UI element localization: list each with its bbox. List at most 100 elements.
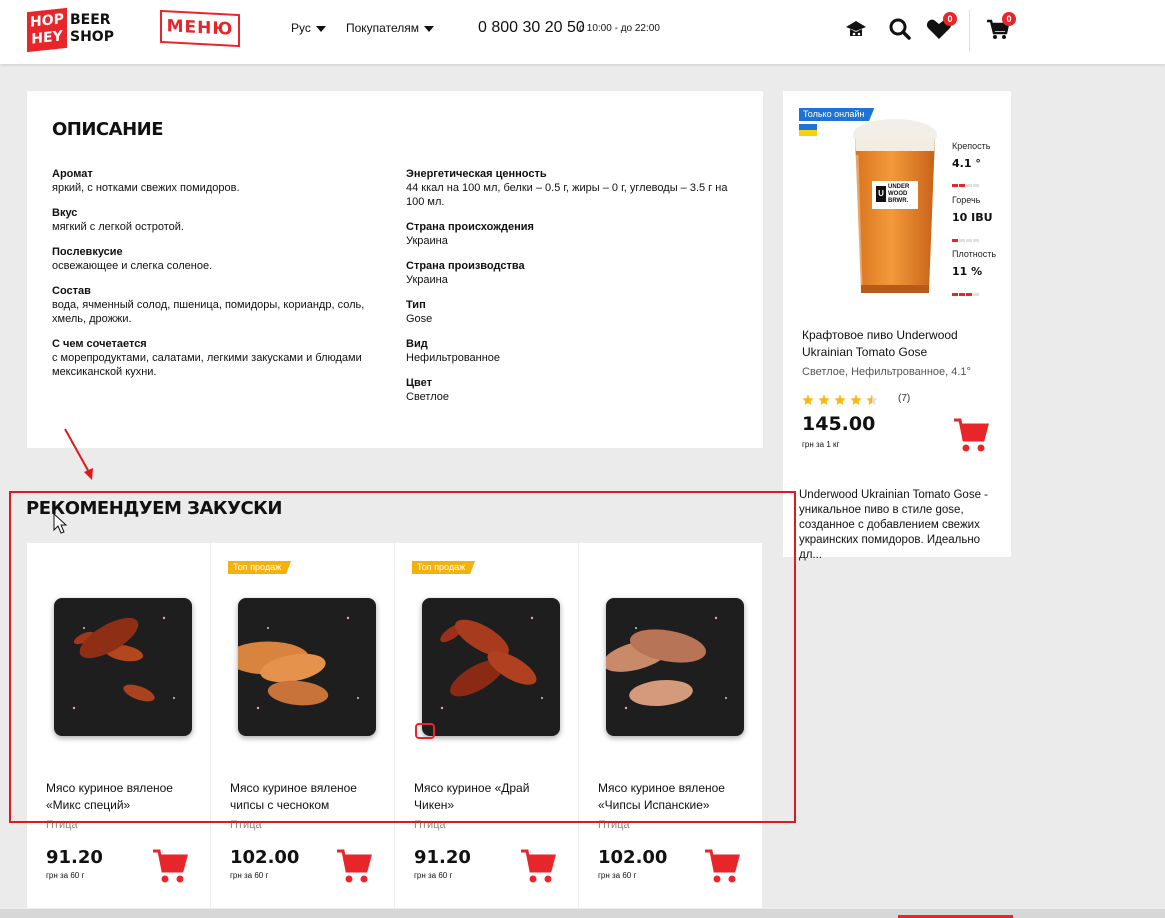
description-label: Вкус — [52, 207, 78, 219]
product-card[interactable]: Топ продаж Мясо куриное «Драй Чикен» Птица… — [395, 543, 578, 908]
product-image[interactable] — [606, 598, 744, 736]
site-header: HOP HEY BEER SHOP МЕНЮ Рус Покупателям 0… — [0, 0, 1165, 64]
description-label: Аромат — [52, 168, 93, 180]
compare-icon[interactable] — [415, 723, 435, 739]
description-value: Светлое — [406, 391, 449, 403]
stat-segment — [966, 293, 972, 296]
stat-bar-strength — [952, 174, 980, 187]
star-icon[interactable] — [818, 394, 830, 406]
product-card[interactable]: Мясо куриное вяленое «Микс специй» Птица 9… — [27, 543, 210, 908]
top-sales-badge: Топ продаж — [412, 561, 476, 574]
description-value: освежающее и слегка соленое. — [52, 260, 213, 272]
chevron-down-icon — [315, 25, 326, 32]
hat-icon[interactable] — [843, 16, 869, 42]
description-value: яркий, с нотками свежих помидоров. — [52, 182, 240, 194]
description-item: Состав вода, ячменный солод, пшеница, пом… — [52, 285, 387, 326]
product-image[interactable] — [422, 598, 560, 736]
add-to-cart-icon[interactable] — [336, 847, 372, 885]
stat-segment — [952, 184, 958, 187]
star-icon[interactable] — [866, 394, 878, 406]
add-to-cart-icon[interactable] — [152, 847, 188, 885]
stat-segment — [966, 239, 972, 242]
product-card[interactable]: Мясо куриное вяленое «Чипсы Испанские» Пт… — [579, 543, 762, 908]
stat-bar-bitterness — [952, 229, 980, 242]
language-dropdown[interactable]: Рус — [291, 21, 326, 35]
product-category: Птица — [230, 819, 262, 831]
description-item: Энергетическая ценность 44 ккал на 100 мл… — [406, 168, 741, 209]
stat-segment — [973, 184, 979, 187]
product-price: 91.20 — [46, 847, 103, 868]
product-price: 102.00 — [230, 847, 300, 868]
customers-dropdown[interactable]: Покупателям — [346, 21, 434, 35]
product-price: 91.20 — [414, 847, 471, 868]
product-name-link[interactable]: Крафтовое пиво Underwood Ukrainian Tomat… — [802, 327, 992, 361]
search-icon[interactable] — [887, 16, 913, 42]
add-to-cart-icon[interactable] — [520, 847, 556, 885]
sidebar-product-card[interactable]: Только онлайн U UNDER WOOD BRWR. Крепост… — [783, 91, 1011, 561]
description-value: мягкий с легкой остротой. — [52, 221, 184, 233]
stat-label-density: Плотность — [952, 249, 997, 259]
description-item: Послевкусие освежающее и слегка соленое. — [52, 246, 387, 273]
add-to-cart-icon[interactable] — [704, 847, 740, 885]
annotation-arrow-icon — [64, 428, 93, 480]
product-image[interactable] — [54, 598, 192, 736]
chevron-down-icon — [423, 25, 434, 32]
product-card[interactable]: Топ продаж Мясо куриное вяленое чипсы с ч… — [211, 543, 394, 908]
description-item: Вид Нефильтрованное — [406, 338, 741, 365]
add-to-cart-icon[interactable] — [953, 416, 989, 454]
product-name-link[interactable]: Мясо куриное вяленое чипсы с чесноком — [230, 780, 380, 814]
price-unit: грн за 60 г — [46, 871, 85, 880]
logo[interactable]: HOP HEY — [27, 7, 67, 53]
product-image[interactable] — [238, 598, 376, 736]
wishlist-count-badge: 0 — [943, 12, 957, 26]
header-divider — [969, 10, 970, 52]
top-sales-badge: Топ продаж — [228, 561, 292, 574]
stat-segment — [952, 239, 958, 242]
language-label: Рус — [291, 21, 311, 35]
stat-label-strength: Крепость — [952, 141, 991, 151]
brand-name: UNDER WOOD BRWR. — [888, 184, 910, 204]
stat-value-strength: 4.1 ° — [952, 157, 981, 170]
product-short-description: Underwood Ukrainian Tomato Gose - уникал… — [799, 489, 988, 561]
product-name-link[interactable]: Мясо куриное вяленое «Микс специй» — [46, 780, 196, 814]
product-category: Птица — [46, 819, 78, 831]
description-label: Цвет — [406, 377, 433, 389]
stat-segment — [952, 293, 958, 296]
description-label: Тип — [406, 299, 426, 311]
product-name-link[interactable]: Мясо куриное «Драй Чикен» — [414, 780, 564, 814]
stat-segment — [959, 184, 965, 187]
product-category: Птица — [598, 819, 630, 831]
ukraine-flag-icon — [799, 124, 817, 136]
star-icon[interactable] — [850, 394, 862, 406]
description-value: с морепродуктами, салатами, легкими заку… — [52, 352, 362, 378]
customers-label: Покупателям — [346, 21, 419, 35]
description-value: вода, ячменный солод, пшеница, помидоры,… — [52, 299, 365, 325]
price-unit: грн за 60 г — [598, 871, 637, 880]
food-plate-image — [72, 616, 175, 710]
description-panel: ОПИСАНИЕ Аромат яркий, с нотками свежих п… — [27, 91, 763, 448]
description-right-column: Энергетическая ценность 44 ккал на 100 мл… — [406, 168, 741, 416]
description-title: ОПИСАНИЕ — [52, 119, 164, 140]
phone-number[interactable]: 0 800 30 20 50 — [478, 19, 585, 37]
description-label: Вид — [406, 338, 428, 350]
logo-text[interactable]: BEER SHOP — [70, 12, 114, 46]
star-icon[interactable] — [834, 394, 846, 406]
rating-stars[interactable] — [802, 393, 882, 411]
cart-count-badge: 0 — [1002, 12, 1016, 26]
description-label: Состав — [52, 285, 91, 297]
reviews-count[interactable]: (7) — [898, 393, 910, 404]
description-value: Нефильтрованное — [406, 352, 501, 364]
stat-bar-density — [952, 283, 980, 296]
stat-value-bitterness: 10 IBU — [952, 211, 993, 224]
menu-button[interactable]: МЕНЮ — [160, 9, 240, 48]
description-item: Тип Gose — [406, 299, 741, 326]
description-value: Gose — [406, 313, 433, 325]
star-icon[interactable] — [802, 394, 814, 406]
brand-label: U UNDER WOOD BRWR. — [872, 181, 918, 209]
product-subtitle: Светлое, Нефильтрованное, 4.1° — [802, 366, 971, 378]
stat-segment — [959, 293, 965, 296]
product-name-link[interactable]: Мясо куриное вяленое «Чипсы Испанские» — [598, 780, 748, 814]
stat-segment — [973, 239, 979, 242]
description-label: Страна происхождения — [406, 221, 534, 233]
description-item: Цвет Светлое — [406, 377, 741, 404]
